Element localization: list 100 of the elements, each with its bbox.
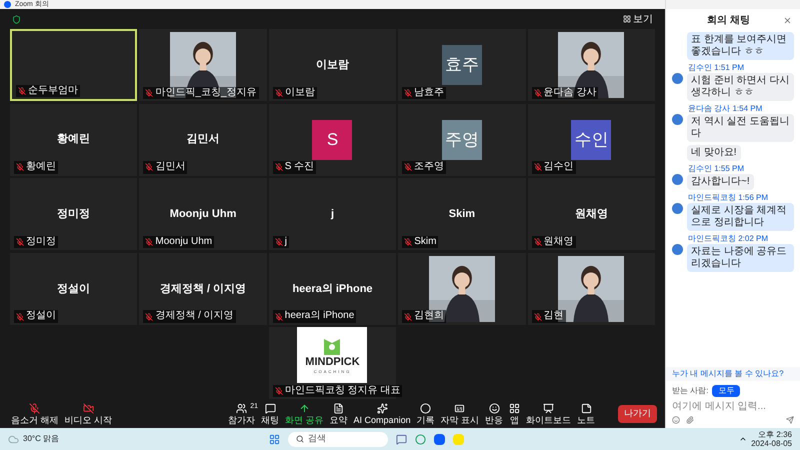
- name-tag: 조주영: [402, 161, 446, 174]
- muted-mic-icon: [145, 88, 154, 97]
- name-tag: S 수진: [272, 161, 316, 174]
- apps-icon: [509, 403, 520, 414]
- close-icon[interactable]: [783, 16, 792, 25]
- start-icon[interactable]: [269, 434, 280, 444]
- browser-icon[interactable]: [415, 434, 426, 444]
- notes-icon: [580, 403, 592, 414]
- recipient-label: 받는 사람:: [672, 385, 708, 397]
- message-sender: 김수인 1:55 PM: [687, 164, 746, 174]
- toolbar-button[interactable]: 화면 공유: [282, 403, 327, 425]
- weather-icon: [8, 434, 19, 444]
- name-tag: 윤다솜 강사: [532, 86, 598, 99]
- avatar: [672, 73, 683, 84]
- view-button[interactable]: 보기: [623, 12, 653, 26]
- avatar: [672, 114, 683, 125]
- summary-icon: [333, 403, 344, 414]
- message-bubble: 저 역시 실전 도움됩니다: [687, 114, 794, 142]
- muted-mic-icon: [534, 238, 542, 246]
- record-icon: [420, 403, 432, 414]
- name-tag: 이보람: [272, 86, 317, 99]
- chat-title: 회의 채팅: [707, 14, 750, 28]
- mic-icon: [29, 403, 40, 414]
- muted-mic-icon: [274, 163, 283, 172]
- name-tag: 남효주: [402, 86, 446, 99]
- name-tag: heera의 iPhone: [272, 310, 356, 323]
- send-icon[interactable]: [786, 416, 794, 424]
- toolbar-button[interactable]: 기록: [414, 403, 438, 425]
- share-icon: [298, 403, 310, 414]
- name-tag: 원채영: [532, 236, 576, 248]
- participant-name: 정설이: [57, 282, 90, 297]
- name-tag: 순두부엄마: [16, 84, 80, 97]
- participant-name: 원채영: [574, 206, 608, 222]
- muted-mic-icon: [16, 163, 24, 172]
- name-tag: 경제정책 / 이지영: [143, 310, 236, 323]
- toolbar-button[interactable]: 음소거 해제: [8, 403, 62, 425]
- toolbar-button[interactable]: 비디오 시작: [62, 403, 116, 425]
- name-tag: 김민서: [143, 161, 188, 174]
- avatar: S: [312, 120, 352, 160]
- name-tag: 정설이: [14, 310, 58, 323]
- muted-mic-icon: [534, 163, 542, 172]
- emoji-icon[interactable]: [672, 416, 680, 424]
- notice-text: 누가 내 메시지를 볼 수 있나요?: [672, 369, 785, 379]
- toolbar-button[interactable]: 채팅: [258, 403, 282, 425]
- tray-icon[interactable]: [739, 435, 748, 443]
- avatar: [672, 203, 683, 214]
- muted-mic-icon: [16, 238, 24, 246]
- ai-icon: [376, 403, 388, 414]
- toolbar-button[interactable]: 앱: [506, 403, 524, 425]
- avatar: 효주: [442, 45, 482, 85]
- muted-mic-icon: [274, 387, 283, 396]
- muted-mic-icon: [404, 238, 412, 246]
- toolbar-button[interactable]: 반응: [482, 403, 506, 425]
- name-tag: j: [272, 236, 290, 248]
- clock[interactable]: 오후 2:36 2024-08-05: [751, 430, 792, 448]
- avatar: 수인: [571, 120, 612, 160]
- participant-name: 정미정: [57, 206, 90, 222]
- message-sender: 윤다솜 강사 1:54 PM: [687, 104, 764, 114]
- muted-mic-icon: [145, 312, 154, 321]
- shield-icon: [12, 14, 21, 24]
- muted-mic-icon: [274, 312, 283, 321]
- participant-name: 이보람: [316, 58, 349, 73]
- app-icon: [4, 1, 11, 8]
- muted-mic-icon: [404, 88, 412, 97]
- toolbar-button[interactable]: AI Companion: [350, 403, 414, 425]
- muted-mic-icon: [274, 88, 283, 97]
- toolbar-button[interactable]: 노트: [574, 403, 598, 425]
- search-icon: [296, 435, 304, 443]
- toolbar-button[interactable]: 요약: [326, 403, 351, 425]
- chat-app-icon[interactable]: [396, 434, 408, 444]
- name-tag: 마인드픽_코칭_정지유: [143, 86, 259, 99]
- muted-mic-icon: [145, 163, 154, 172]
- participant-name: 경제정책 / 이지영: [160, 282, 246, 297]
- reactions-icon: [488, 403, 500, 414]
- muted-mic-icon: [18, 86, 26, 95]
- name-tag: 김현: [532, 310, 566, 323]
- zoom-app-icon[interactable]: [434, 434, 446, 444]
- name-tag: 정미정: [14, 236, 58, 248]
- search-field[interactable]: 검색: [288, 432, 388, 446]
- leave-button[interactable]: 나가기: [618, 405, 657, 423]
- toolbar-button[interactable]: 화이트보드: [523, 403, 574, 425]
- participants-icon: [236, 403, 248, 414]
- name-tag: 김수인: [532, 161, 576, 174]
- participant-name: Skim: [448, 206, 476, 222]
- name-tag: Skim: [402, 236, 438, 248]
- recipient-dropdown[interactable]: 모두: [712, 385, 740, 397]
- message-sender: 마인드픽코칭 2:02 PM: [687, 234, 770, 244]
- attach-icon[interactable]: [686, 416, 694, 424]
- avatar: [672, 174, 683, 185]
- message-sender: 마인드픽코칭 1:56 PM: [687, 193, 770, 203]
- participant-name: heera의 iPhone: [292, 282, 373, 297]
- video-icon: [82, 403, 94, 414]
- message-bubble: 자료는 나중에 공유드리겠습니다: [687, 244, 794, 272]
- captions-icon: [454, 403, 466, 414]
- toolbar-button[interactable]: 자막 표시: [438, 403, 482, 425]
- muted-mic-icon: [274, 238, 283, 246]
- chat-icon: [264, 403, 276, 414]
- message-input[interactable]: 여기에 메시지 입력...: [672, 399, 794, 414]
- avatar: 주영: [442, 120, 482, 160]
- whiteboard-icon: [543, 403, 554, 414]
